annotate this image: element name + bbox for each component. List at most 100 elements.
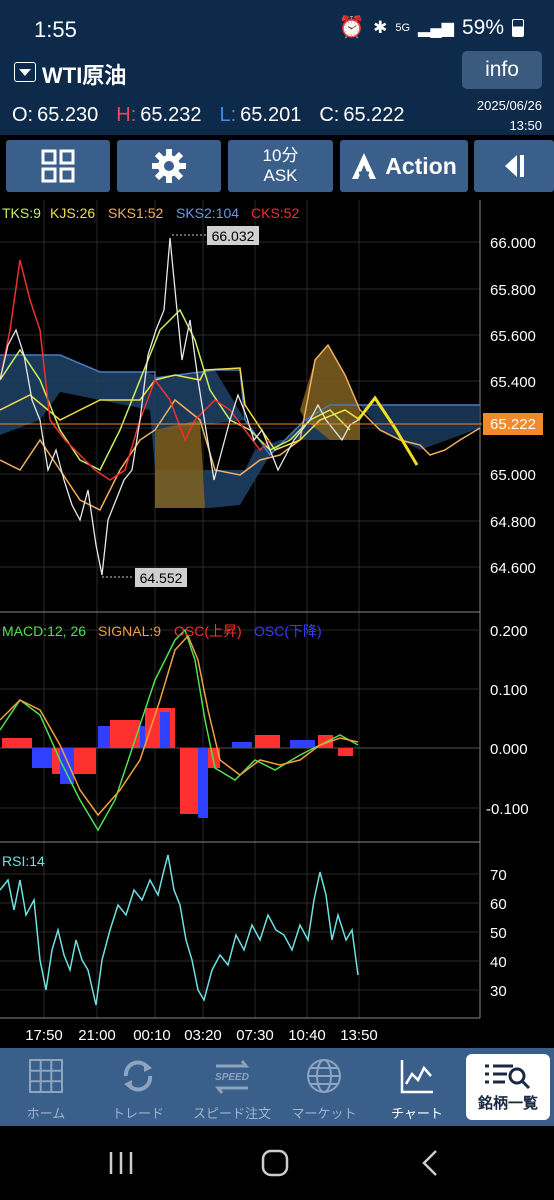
system-nav-bar xyxy=(0,1126,554,1200)
rsi-tick: 30 xyxy=(490,983,507,1000)
legend-signal: SIGNAL:9 xyxy=(98,623,161,639)
open-value: 65.230 xyxy=(37,104,99,126)
battery-icon xyxy=(512,19,524,37)
high-label: H: xyxy=(116,104,137,126)
price-tick: 65.000 xyxy=(490,467,536,484)
nav-chart[interactable]: チャート xyxy=(372,1048,462,1126)
nav-home-label: ホーム xyxy=(26,1106,66,1121)
close-value: 65.222 xyxy=(343,104,405,126)
layout-button[interactable] xyxy=(6,140,110,192)
macd-tick: 0.200 xyxy=(490,623,528,640)
interval-button[interactable]: 10分 ASK xyxy=(228,140,333,192)
collapse-left-icon xyxy=(505,155,524,177)
globe-icon xyxy=(307,1059,341,1093)
settings-button[interactable] xyxy=(117,140,221,192)
chart-icon xyxy=(400,1060,433,1094)
time-tick: 07:30 xyxy=(236,1027,274,1044)
legend-osc-up: OSC(上昇) xyxy=(174,623,242,639)
nav-speed-order[interactable]: SPEED スピード注文 xyxy=(184,1048,280,1126)
info-button[interactable]: info xyxy=(462,51,542,89)
price-axis: 66.000 65.800 65.600 65.400 65.000 64.80… xyxy=(490,235,536,577)
bluetooth-icon: ✱ xyxy=(373,18,388,37)
price-tick: 64.600 xyxy=(490,560,536,577)
nav-speed-label: スピード注文 xyxy=(192,1106,271,1121)
current-price-label: 65.222 xyxy=(490,416,536,433)
price-tick: 66.000 xyxy=(490,235,536,252)
interval-label: 10分 xyxy=(262,146,299,165)
symbol-dropdown-icon[interactable] xyxy=(14,62,36,82)
legend-kjs: KJS:26 xyxy=(50,205,95,221)
high-value: 65.232 xyxy=(140,104,202,126)
quote-timestamp: 2025/06/26 13:50 xyxy=(477,96,542,136)
time-tick: 03:20 xyxy=(184,1027,222,1044)
action-icon xyxy=(352,153,377,179)
nav-trade[interactable]: トレード xyxy=(92,1048,184,1126)
close-label: C: xyxy=(319,104,340,126)
high-marker: 66.032 xyxy=(212,228,255,244)
collapse-panel-button[interactable] xyxy=(474,140,554,192)
side-label: ASK xyxy=(263,166,298,185)
network-label: 5G xyxy=(395,22,411,34)
price-tick: 64.800 xyxy=(490,514,536,531)
action-button[interactable]: Action xyxy=(340,140,468,192)
low-value: 65.201 xyxy=(240,104,302,126)
macd-axis: 0.200 0.100 0.000 -0.100 xyxy=(486,623,529,818)
legend-sks1: SKS1:52 xyxy=(108,205,163,221)
ohlc-row: O: 65.230 H: 65.232 L: 65.201 C: 65.222 xyxy=(12,104,423,127)
chart-toolbar: 10分 ASK Action xyxy=(0,140,554,193)
price-tick: 65.800 xyxy=(490,282,536,299)
macd-tick: 0.000 xyxy=(490,741,528,758)
time-tick: 17:50 xyxy=(25,1027,63,1044)
home-icon[interactable] xyxy=(260,1148,290,1178)
rsi-tick: 70 xyxy=(490,867,507,884)
nav-market[interactable]: マーケット xyxy=(280,1048,368,1126)
action-label: Action xyxy=(385,152,457,179)
list-search-icon xyxy=(485,1064,531,1090)
nav-trade-label: トレード xyxy=(111,1106,164,1121)
time-axis: 17:50 21:00 00:10 03:20 07:30 10:40 13:5… xyxy=(25,1027,378,1044)
status-time: 1:55 xyxy=(34,17,77,42)
battery-percent: 59% xyxy=(461,16,504,39)
main-grid xyxy=(0,200,480,1018)
alarm-icon: ⏰ xyxy=(338,16,366,39)
status-icons: ⏰ ✱ 5G ▂▄▆ 59% xyxy=(339,16,524,40)
rsi-line xyxy=(0,854,359,1006)
macd-tick: 0.100 xyxy=(490,682,528,699)
nav-home[interactable]: ホーム xyxy=(0,1048,92,1126)
rsi-axis: 70 60 50 40 30 xyxy=(490,867,507,1000)
low-label: L: xyxy=(219,104,237,126)
quote-time: 13:50 xyxy=(509,118,542,133)
chart-canvas[interactable]: 66.032 64.552 65.222 TKS:9 KJS:26 SKS1:5… xyxy=(0,198,554,1048)
time-tick: 13:50 xyxy=(340,1027,378,1044)
macd-line xyxy=(0,628,359,832)
macd-tick: -0.100 xyxy=(486,801,529,818)
legend-tks: TKS:9 xyxy=(2,205,41,221)
macd-legend: MACD:12, 26 SIGNAL:9 OSC(上昇) OSC(下降) xyxy=(2,623,322,639)
signal-line xyxy=(0,634,359,817)
price-tick: 65.400 xyxy=(490,374,536,391)
grid-layout-icon xyxy=(41,149,75,183)
back-icon[interactable] xyxy=(416,1148,446,1178)
legend-cks: CKS:52 xyxy=(251,205,299,221)
recent-apps-icon[interactable] xyxy=(106,1148,136,1178)
symbol-title[interactable]: WTI原油 xyxy=(42,58,126,90)
price-tick: 65.600 xyxy=(490,328,536,345)
main-legend: TKS:9 KJS:26 SKS1:52 SKS2:104 CKS:52 xyxy=(2,205,299,221)
nav-chart-label: チャート xyxy=(391,1106,443,1121)
gear-icon xyxy=(152,149,186,183)
signal-icon: ▂▄▆ xyxy=(418,20,454,37)
rsi-tick: 50 xyxy=(490,925,507,942)
nav-market-label: マーケット xyxy=(291,1106,357,1121)
svg-text:SPEED: SPEED xyxy=(215,1072,249,1083)
refresh-icon xyxy=(123,1060,153,1092)
symbol-list-label: 銘柄一覧 xyxy=(477,1095,538,1112)
time-tick: 00:10 xyxy=(133,1027,171,1044)
legend-osc-down: OSC(下降) xyxy=(254,623,322,639)
rsi-legend: RSI:14 xyxy=(2,853,45,869)
symbol-list-button[interactable]: 銘柄一覧 xyxy=(466,1054,550,1120)
rsi-grid xyxy=(0,873,480,991)
rsi-tick: 60 xyxy=(490,896,507,913)
legend-macd: MACD:12, 26 xyxy=(2,623,86,639)
speed-icon: SPEED xyxy=(214,1060,250,1094)
time-tick: 21:00 xyxy=(78,1027,116,1044)
